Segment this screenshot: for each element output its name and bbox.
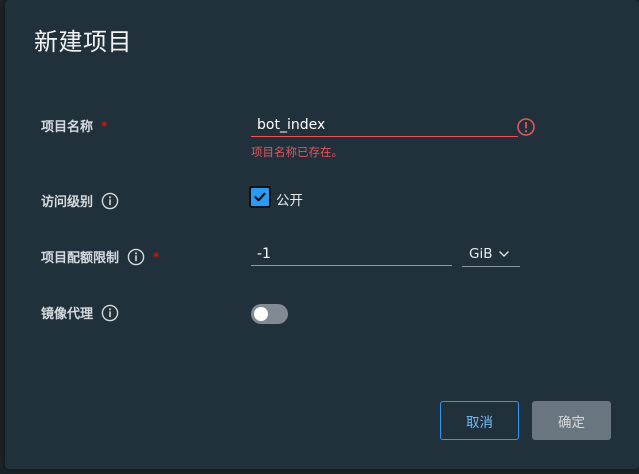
confirm-button[interactable]: 确定: [532, 401, 611, 440]
cancel-button[interactable]: 取消: [440, 401, 519, 440]
quota-input[interactable]: [251, 242, 452, 266]
chevron-down-icon: [499, 251, 510, 257]
info-icon[interactable]: [127, 248, 145, 266]
info-icon[interactable]: [101, 192, 119, 210]
dialog-title: 新建项目: [34, 28, 132, 56]
proxy-cache-label: 镜像代理: [41, 307, 94, 322]
access-level-label-row: 访问级别: [41, 191, 119, 210]
proxy-cache-label-row: 镜像代理: [41, 303, 119, 322]
required-mark: *: [153, 249, 160, 264]
public-checkbox-label: 公开: [276, 193, 303, 209]
proxy-cache-toggle[interactable]: [251, 304, 288, 324]
access-level-label: 访问级别: [41, 195, 94, 210]
info-icon[interactable]: [101, 304, 119, 322]
quota-label: 项目配额限制: [41, 251, 120, 266]
new-project-dialog: 新建项目 项目名称 * 项目名称已存在。 访问级别 公开 项目配额限制 *: [5, 0, 639, 469]
project-name-label: 项目名称: [41, 120, 94, 135]
quota-unit-select[interactable]: GiB: [462, 242, 520, 267]
quota-unit-value: GiB: [469, 246, 493, 262]
required-mark: *: [101, 118, 108, 133]
toggle-knob: [254, 307, 268, 321]
public-checkbox[interactable]: [249, 186, 271, 208]
checkmark-icon: [254, 192, 266, 202]
project-name-input[interactable]: [251, 113, 518, 137]
exclamation-circle-icon: [517, 118, 535, 136]
project-name-label-row: 项目名称 *: [41, 116, 108, 136]
quota-label-row: 项目配额限制 *: [41, 247, 159, 266]
project-name-error: 项目名称已存在。: [251, 145, 343, 159]
